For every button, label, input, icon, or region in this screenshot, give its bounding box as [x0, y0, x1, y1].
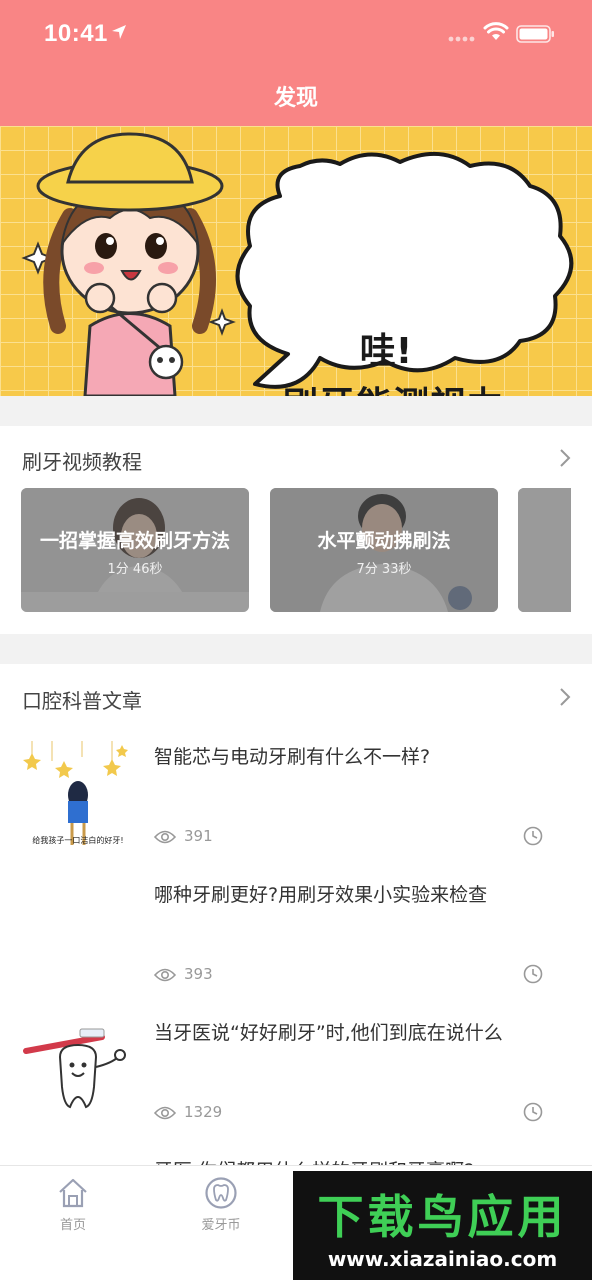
- video-card[interactable]: 一招掌握高效刷牙方法 1分 46秒: [21, 488, 249, 612]
- watermark-overlay: 下载鸟应用 www.xiazainiao.com: [293, 1171, 592, 1280]
- article-thumbnail: [22, 1027, 134, 1127]
- promo-banner[interactable]: 哇! 刷牙能测视力: [0, 126, 592, 396]
- tab-home[interactable]: 首页: [28, 1176, 118, 1233]
- top-header: 10:41 发现: [0, 0, 592, 126]
- article-item[interactable]: 哪种牙刷更好?用刷牙效果小实验来检查 393: [0, 875, 592, 1013]
- eye-icon: [154, 830, 176, 844]
- tab-label: 首页: [59, 1218, 86, 1233]
- location-arrow-icon: [112, 25, 126, 39]
- article-thumbnail: 给我孩子一口洁白的好牙!: [22, 737, 134, 849]
- status-bar: 10:41: [0, 0, 592, 66]
- status-time: 10:41: [44, 20, 108, 47]
- signal-dots-icon: [448, 36, 475, 42]
- eye-icon: [154, 968, 176, 982]
- page-title: 发现: [273, 86, 318, 111]
- article-title: 当牙医说“好好刷牙”时,他们到底在说什么: [154, 1022, 503, 1044]
- watermark-title: 下载鸟应用: [317, 1190, 568, 1244]
- tab-label: 爱牙币: [201, 1218, 241, 1233]
- view-count: 393: [184, 965, 213, 983]
- article-more-chevron-icon[interactable]: [558, 687, 572, 707]
- clock-icon: [523, 826, 543, 846]
- section-divider: [0, 396, 592, 426]
- article-title: 智能芯与电动牙刷有什么不一样?: [154, 746, 431, 768]
- clock-icon: [523, 964, 543, 984]
- video-card-partial[interactable]: [518, 488, 571, 612]
- banner-illustration: [0, 126, 592, 396]
- tooth-cartoon-icon: [22, 1027, 134, 1127]
- eye-icon: [154, 1106, 176, 1120]
- video-duration: 1分 46秒: [107, 562, 163, 577]
- tab-coins[interactable]: 爱牙币: [176, 1176, 266, 1233]
- thumb-caption: 给我孩子一口洁白的好牙!: [32, 836, 124, 845]
- article-title: 哪种牙刷更好?用刷牙效果小实验来检查: [154, 884, 488, 906]
- article-thumb-image: [22, 737, 134, 849]
- video-section-title: 刷牙视频教程: [22, 450, 142, 474]
- video-card[interactable]: 水平颤动拂刷法 7分 33秒: [270, 488, 498, 612]
- section-divider: [0, 634, 592, 664]
- wifi-icon: [483, 22, 509, 40]
- article-section-title: 口腔科普文章: [22, 689, 142, 713]
- home-icon: [59, 1178, 87, 1208]
- video-overlay: [518, 488, 571, 612]
- battery-icon: [516, 25, 554, 43]
- watermark-url: www.xiazainiao.com: [327, 1247, 558, 1271]
- article-item[interactable]: 当牙医说“好好刷牙”时,他们到底在说什么 1329: [0, 1013, 592, 1151]
- banner-headline-1: 哇!: [359, 331, 413, 372]
- view-count: 391: [184, 827, 213, 845]
- carousel-indicator[interactable]: [291, 370, 300, 379]
- video-title: 水平颤动拂刷法: [317, 530, 451, 552]
- article-item[interactable]: 给我孩子一口洁白的好牙! 智能芯与电动牙刷有什么不一样? 391: [0, 737, 592, 875]
- video-title: 一招掌握高效刷牙方法: [39, 530, 230, 552]
- video-duration: 7分 33秒: [356, 562, 412, 577]
- view-count: 1329: [184, 1103, 223, 1121]
- video-more-chevron-icon[interactable]: [558, 448, 572, 468]
- banner-headline-2: 刷牙能测视力: [258, 376, 528, 396]
- clock-icon: [523, 1102, 543, 1122]
- tooth-coin-icon: [205, 1177, 237, 1209]
